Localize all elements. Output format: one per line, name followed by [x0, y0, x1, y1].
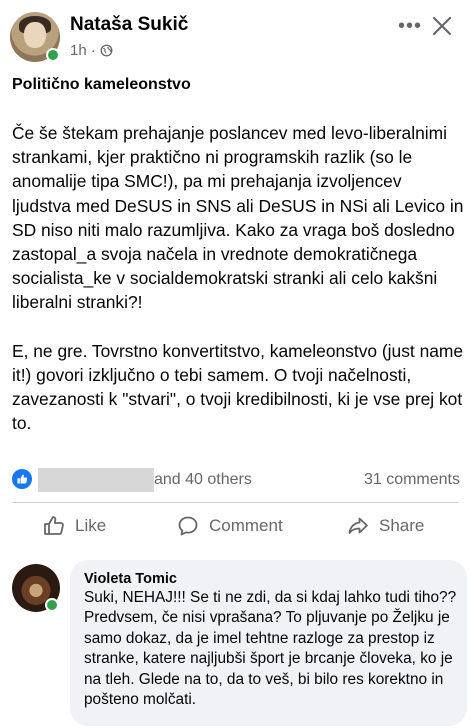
post-author-name[interactable]: Nataša Sukič	[70, 14, 188, 36]
comment-button[interactable]: Comment	[176, 514, 283, 538]
online-status-indicator	[46, 48, 60, 62]
commenter-avatar[interactable]	[12, 564, 60, 612]
comment-text: Suki, NEHAJ!!! Se ti ne zdi, da si kdaj …	[84, 589, 457, 709]
post-title: Politično kameleonstvo	[12, 76, 191, 93]
post-paragraph: Če še štekam prehajanje poslancev med le…	[12, 123, 464, 313]
comment-label: Comment	[209, 516, 283, 535]
reaction-summary[interactable]: and 40 others	[154, 471, 252, 489]
post-time[interactable]: 1h	[70, 42, 87, 59]
thumbs-up-outline-icon	[44, 516, 64, 535]
post-paragraph: E, ne gre. Tovrstno konvertitstvo, kamel…	[12, 340, 464, 434]
globe-icon[interactable]	[100, 44, 113, 57]
post-body: Če še štekam prehajanje poslancev med le…	[12, 121, 464, 435]
like-button[interactable]: Like	[42, 514, 106, 538]
post-meta: 1h ·	[70, 42, 113, 59]
avatar-face	[24, 22, 46, 48]
divider	[12, 502, 459, 503]
online-status-indicator	[45, 598, 59, 612]
more-options-icon[interactable]: •••	[398, 16, 424, 38]
speech-bubble-icon	[178, 516, 198, 536]
comments-count[interactable]: 31 comments	[364, 471, 460, 489]
like-label: Like	[75, 516, 107, 535]
reactions-bar: and 40 others 31 comments	[12, 468, 462, 492]
meta-separator: ·	[90, 42, 96, 59]
share-button[interactable]: Share	[346, 514, 424, 538]
commenter-name[interactable]: Violeta Tomic	[84, 571, 177, 587]
thumbs-up-icon[interactable]	[12, 469, 32, 489]
post-actions: Like Comment Share	[0, 510, 471, 546]
share-arrow-icon	[348, 517, 368, 534]
author-avatar[interactable]	[10, 12, 60, 62]
redacted-names	[38, 468, 154, 492]
post-header: Nataša Sukič 1h · •••	[10, 8, 465, 64]
close-icon[interactable]	[430, 14, 454, 38]
share-label: Share	[379, 516, 425, 535]
comment-item: Violeta Tomic Suki, NEHAJ!!! Se ti ne zd…	[12, 560, 467, 728]
